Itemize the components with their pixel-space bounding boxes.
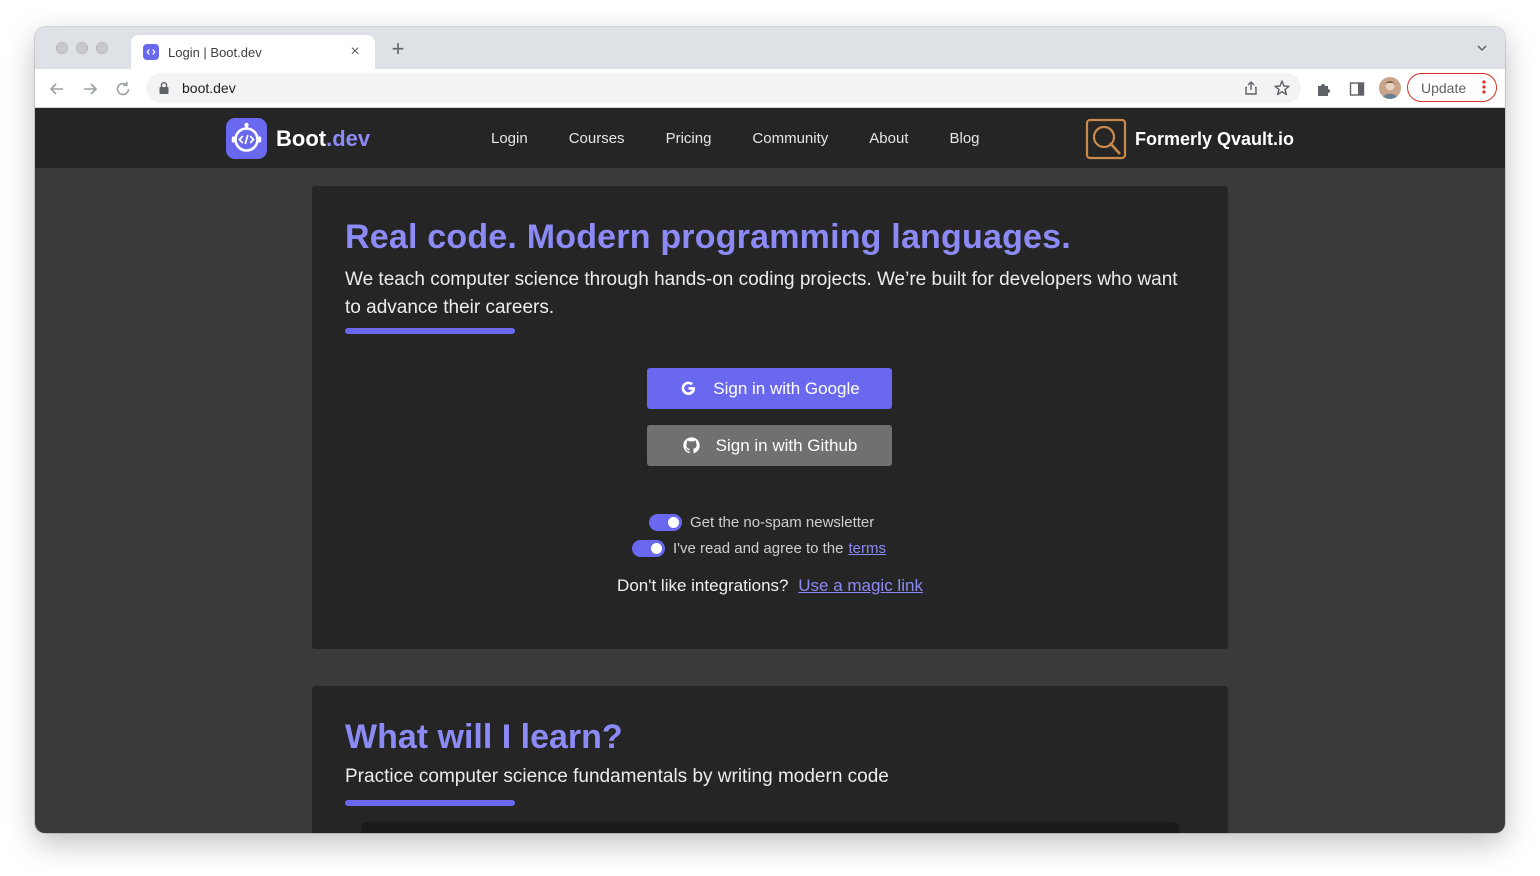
tab-close-icon[interactable]: ×: [347, 44, 363, 60]
profile-avatar[interactable]: [1379, 77, 1401, 99]
magic-link[interactable]: Use a magic link: [798, 576, 923, 595]
google-icon: [681, 381, 696, 396]
github-signin-button[interactable]: Sign in with Github: [647, 425, 892, 466]
learn-title: What will I learn?: [345, 718, 623, 756]
minimize-window-button[interactable]: [76, 42, 88, 54]
tab-search-chevron-icon[interactable]: [1475, 41, 1489, 55]
main-nav: Login Courses Pricing Community About Bl…: [491, 108, 1021, 169]
accent-divider: [345, 328, 515, 334]
qvault-logo-icon: [1085, 118, 1127, 160]
address-bar[interactable]: boot.dev: [146, 73, 1301, 103]
tab-strip: Login | Boot.dev × +: [35, 27, 1505, 69]
qvault-badge[interactable]: Formerly Qvault.io: [1085, 118, 1294, 160]
terms-link[interactable]: terms: [849, 540, 887, 557]
url-text[interactable]: boot.dev: [182, 80, 236, 96]
google-signin-label: Sign in with Google: [713, 378, 860, 398]
menu-dots-icon[interactable]: [1482, 79, 1486, 95]
back-icon[interactable]: [47, 79, 67, 99]
terms-toggle[interactable]: [632, 540, 665, 557]
tab-title: Login | Boot.dev: [168, 44, 262, 60]
learn-subtitle: Practice computer science fundamentals b…: [345, 766, 889, 787]
newsletter-row: Get the no-spam newsletter: [649, 514, 874, 531]
sidepanel-icon[interactable]: [1348, 80, 1366, 98]
browser-toolbar: boot.dev Update: [35, 69, 1505, 108]
bootdev-logo-icon: [226, 118, 267, 159]
nav-link-blog[interactable]: Blog: [949, 130, 979, 147]
github-signin-label: Sign in with Github: [715, 435, 858, 455]
web-page: Boot.dev Login Courses Pricing Community…: [35, 108, 1505, 833]
nav-link-pricing[interactable]: Pricing: [666, 130, 712, 147]
accent-divider: [345, 800, 515, 806]
nav-link-community[interactable]: Community: [752, 130, 828, 147]
new-tab-button[interactable]: +: [387, 38, 409, 61]
terms-row: I've read and agree to the terms: [632, 540, 886, 557]
partner-text: Formerly Qvault.io: [1135, 128, 1295, 149]
nav-link-courses[interactable]: Courses: [569, 130, 625, 147]
star-icon[interactable]: [1273, 79, 1291, 97]
maximize-window-button[interactable]: [96, 42, 108, 54]
toggle-knob: [668, 517, 679, 528]
bootdev-favicon-icon: [143, 44, 159, 60]
toggle-knob: [651, 543, 662, 554]
newsletter-toggle[interactable]: [649, 514, 682, 531]
share-icon[interactable]: [1243, 80, 1259, 96]
update-button[interactable]: Update: [1407, 73, 1497, 102]
newsletter-label: Get the no-spam newsletter: [690, 514, 875, 531]
brand-name: Boot.dev: [276, 125, 371, 151]
reload-icon[interactable]: [113, 79, 133, 99]
magic-link-prompt: Don't like integrations?: [617, 576, 789, 595]
learn-card: What will I learn? Practice computer sci…: [312, 686, 1228, 833]
terms-label: I've read and agree to the: [673, 540, 844, 557]
browser-window: Login | Boot.dev × + boot.dev Update Boo…: [35, 27, 1505, 833]
lock-icon[interactable]: [158, 81, 170, 95]
close-window-button[interactable]: [56, 42, 68, 54]
brand-logo-link[interactable]: Boot.dev: [226, 118, 370, 159]
magic-link-row: Don't like integrations? Use a magic lin…: [312, 576, 1228, 596]
forward-icon[interactable]: [80, 79, 100, 99]
nav-link-about[interactable]: About: [869, 130, 908, 147]
code-preview-panel: [361, 822, 1179, 833]
hero-title: Real code. Modern programming languages.: [345, 218, 1071, 256]
login-card: Real code. Modern programming languages.…: [312, 186, 1228, 649]
hero-subtitle: We teach computer science through hands-…: [345, 269, 1178, 318]
nav-link-login[interactable]: Login: [491, 130, 528, 147]
extensions-icon[interactable]: [1315, 80, 1333, 98]
google-signin-button[interactable]: Sign in with Google: [647, 368, 892, 409]
update-label: Update: [1421, 79, 1467, 96]
github-icon: [682, 437, 700, 454]
site-header: Boot.dev Login Courses Pricing Community…: [35, 108, 1505, 169]
browser-tab[interactable]: Login | Boot.dev ×: [131, 35, 375, 69]
